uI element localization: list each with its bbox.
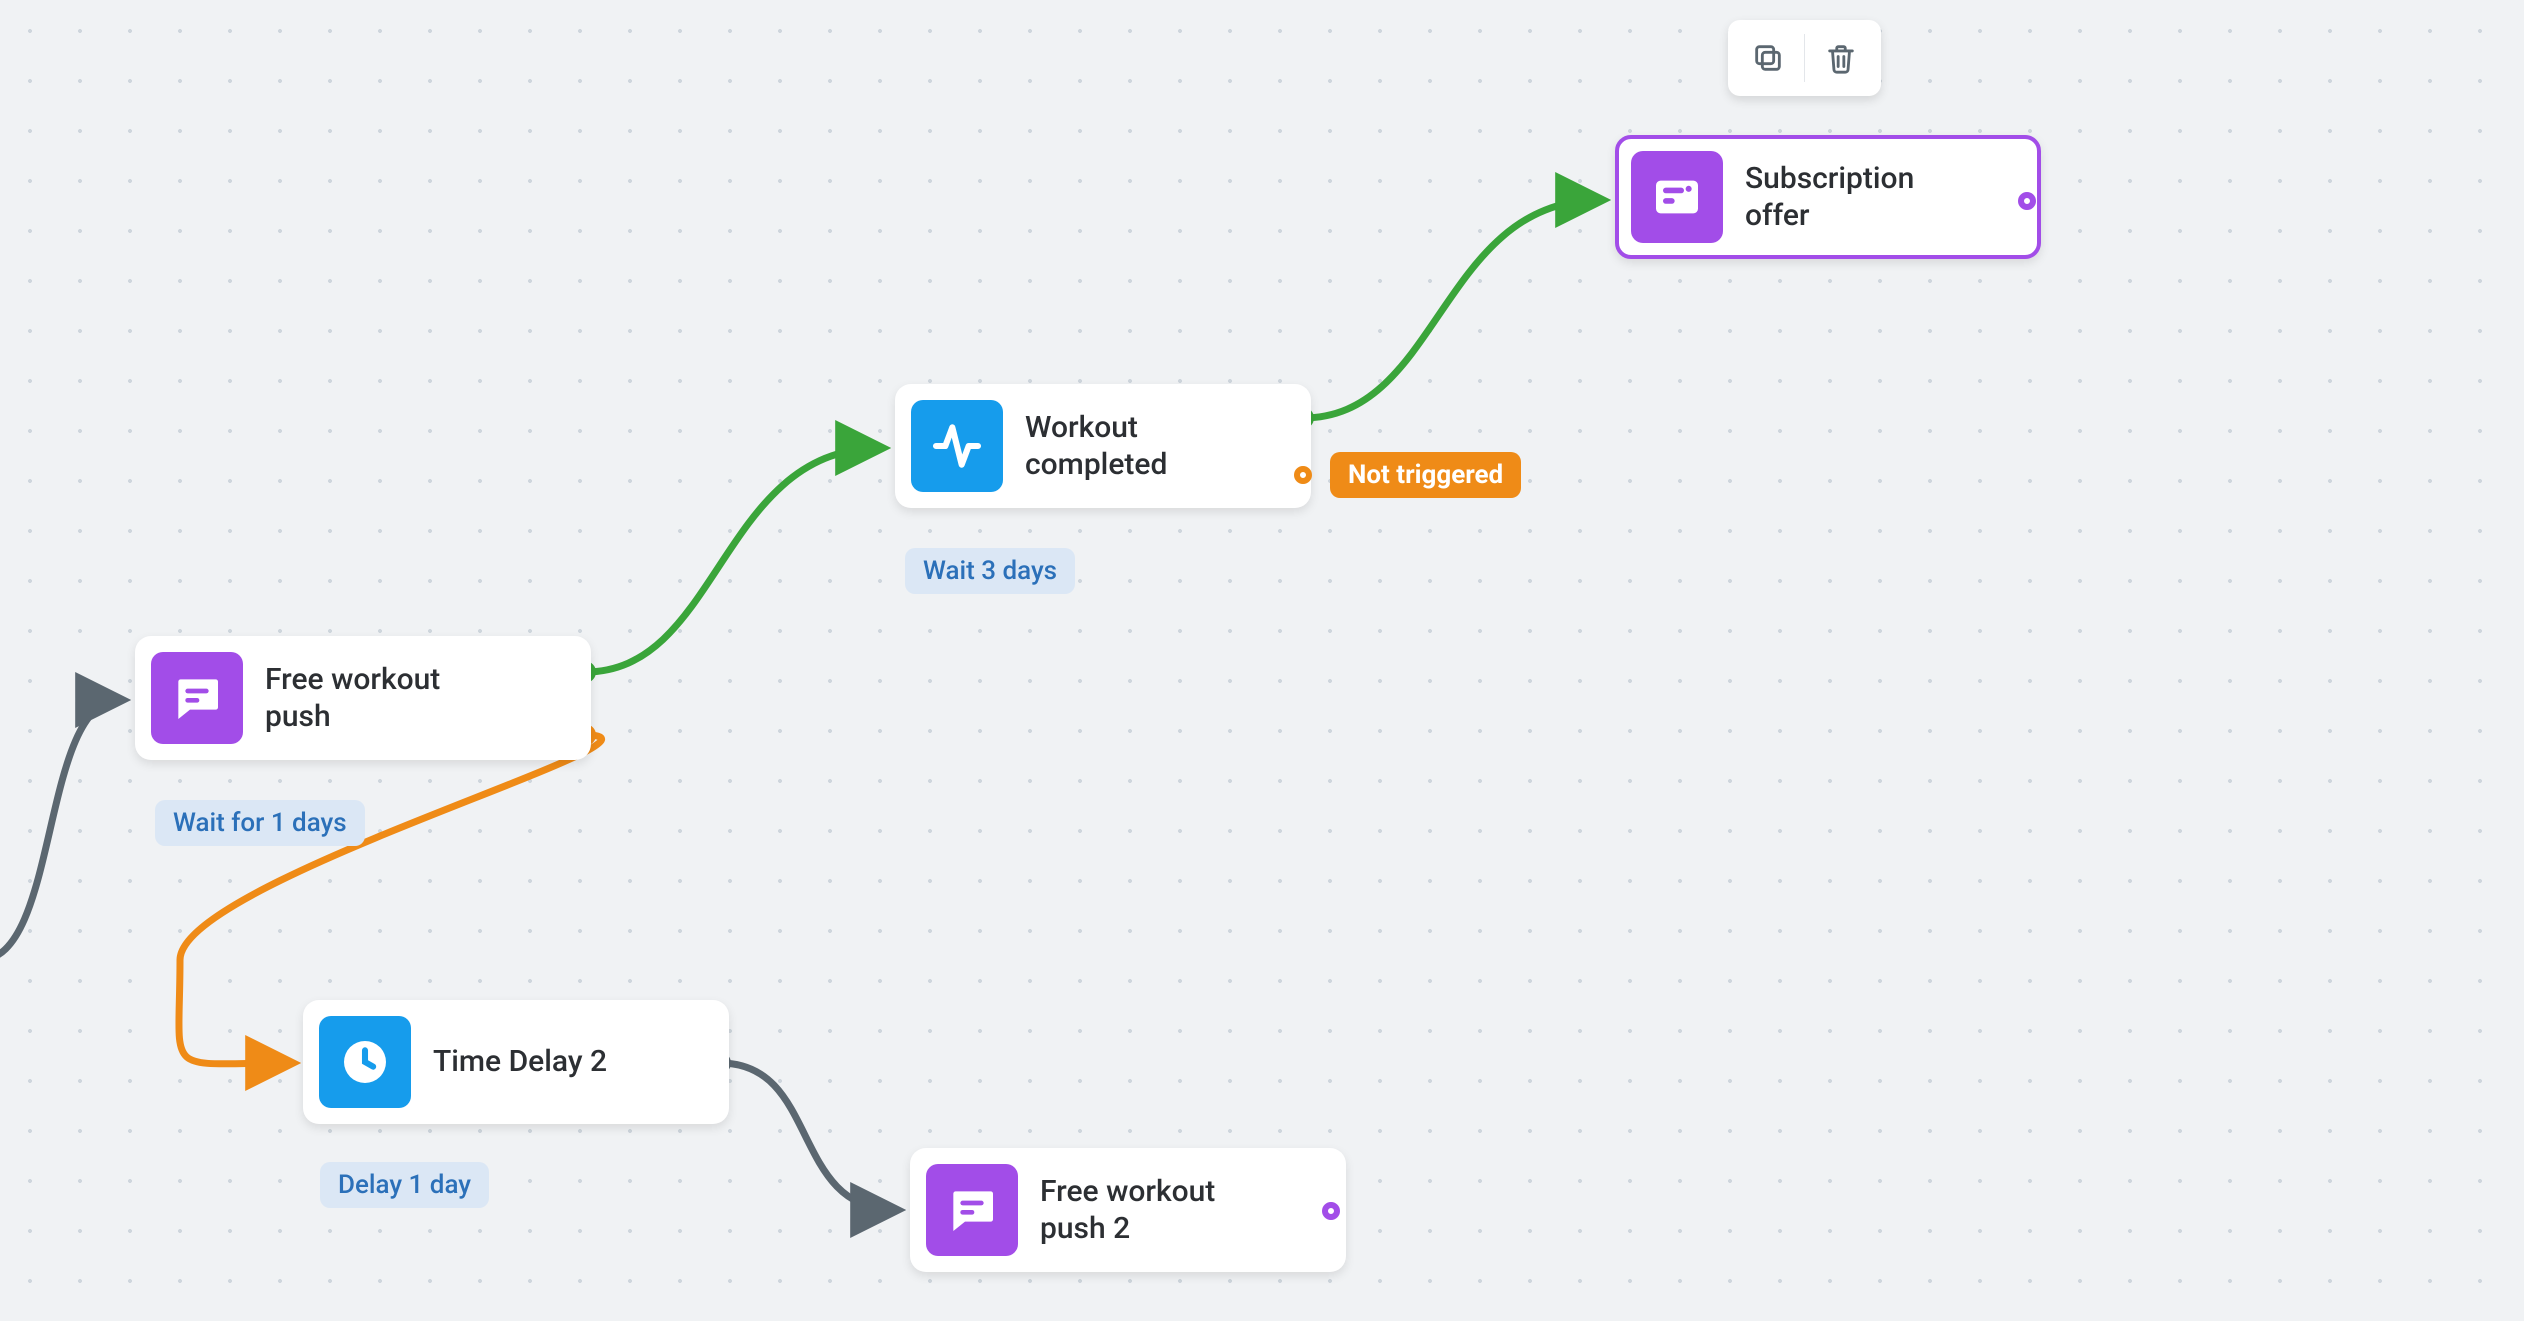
node-toolbar xyxy=(1728,20,1881,96)
node-label: Subscription offer xyxy=(1745,160,1975,235)
clock-icon xyxy=(319,1016,411,1108)
node-sublabel-free-push: Wait for 1 days xyxy=(155,800,365,846)
node-sublabel-workout-done: Wait 3 days xyxy=(905,548,1075,594)
node-label: Time Delay 2 xyxy=(433,1043,607,1081)
node-sublabel-delay2: Delay 1 day xyxy=(320,1162,489,1208)
duplicate-button[interactable] xyxy=(1738,34,1798,82)
toolbar-divider xyxy=(1804,34,1805,82)
copy-icon xyxy=(1751,41,1785,75)
output-port-not-triggered[interactable] xyxy=(1294,466,1312,484)
node-time-delay-2[interactable]: Time Delay 2 xyxy=(303,1000,729,1124)
trash-icon xyxy=(1824,41,1858,75)
node-label: Free workout push 2 xyxy=(1040,1173,1270,1248)
node-free-workout-push-2[interactable]: Free workout push 2 xyxy=(910,1148,1346,1272)
activity-icon xyxy=(911,400,1003,492)
flow-canvas[interactable]: Free workout push Wait for 1 days Workou… xyxy=(0,0,2524,1321)
output-port-subscription-offer[interactable] xyxy=(2018,192,2036,210)
delete-button[interactable] xyxy=(1811,34,1871,82)
node-free-workout-push[interactable]: Free workout push xyxy=(135,636,591,760)
node-workout-completed[interactable]: Workout completed xyxy=(895,384,1311,508)
branch-badge-not-triggered: Not triggered xyxy=(1330,452,1521,498)
message-icon xyxy=(151,652,243,744)
node-subscription-offer[interactable]: Subscription offer xyxy=(1615,135,2041,259)
node-label: Free workout push xyxy=(265,661,495,736)
output-port-free-workout-push-2[interactable] xyxy=(1322,1202,1340,1220)
message-icon xyxy=(926,1164,1018,1256)
node-label: Workout completed xyxy=(1025,409,1255,484)
card-message-icon xyxy=(1631,151,1723,243)
